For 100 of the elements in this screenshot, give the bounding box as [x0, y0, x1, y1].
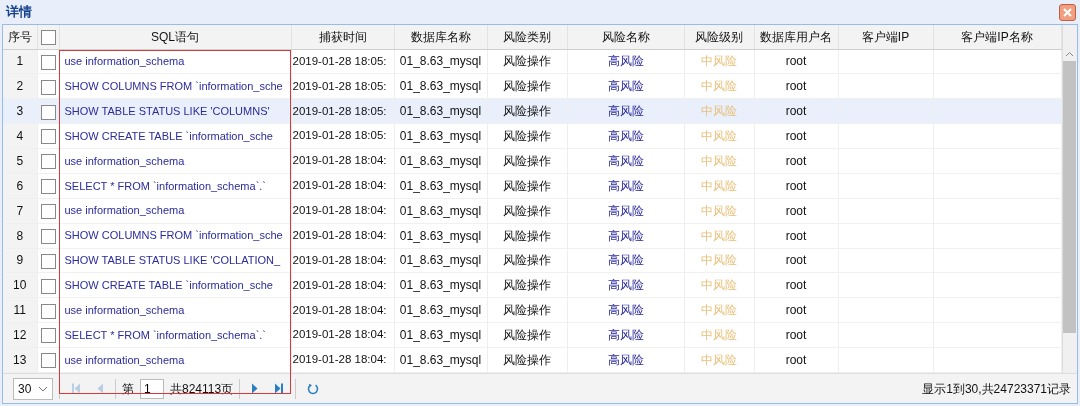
select-all-checkbox[interactable] — [40, 30, 56, 46]
table-row[interactable]: 10 SHOW CREATE TABLE `information_sche 2019-01-28 18:04: 01_8.63_mysql 风险操作 高风险 中风险 root — [3, 272, 1061, 298]
sql-cell: use information_schema — [59, 297, 291, 323]
close-button[interactable] — [1059, 3, 1076, 21]
time-cell: 2019-01-28 18:04: — [291, 223, 394, 248]
time-cell: 2019-01-28 18:05: — [291, 73, 394, 99]
database-cell: 01_8.63_mysql — [394, 123, 487, 149]
sql-cell: SHOW CREATE TABLE `information_sche — [59, 272, 291, 298]
time-cell: 2019-01-28 18:04: — [291, 173, 394, 199]
risk-name-cell: 高风险 — [567, 49, 684, 74]
user-cell: root — [754, 98, 838, 124]
column-header[interactable]: 客户端IP — [838, 25, 933, 49]
database-cell: 01_8.63_mysql — [394, 248, 487, 273]
row-checkbox[interactable] — [40, 328, 56, 344]
row-checkbox[interactable] — [40, 228, 56, 244]
time-cell: 2019-01-28 18:04: — [291, 297, 394, 323]
row-checkbox[interactable] — [40, 353, 56, 369]
table-row[interactable]: 5 use information_schema 2019-01-28 18:04: 01_8.63_mysql 风险操作 高风险 中风险 root — [3, 148, 1061, 174]
risk-name-cell: 高风险 — [567, 123, 684, 149]
table-row[interactable]: 12 SELECT * FROM `information_schema`.` 2019-01-28 18:04: 01_8.63_mysql 风险操作 高风险 中风险 root — [3, 322, 1061, 348]
page-size-select[interactable]: 30 — [13, 377, 53, 400]
close-icon — [1062, 6, 1073, 18]
page-input[interactable]: 1 — [140, 378, 164, 399]
sql-cell: use information_schema — [59, 198, 291, 224]
row-checkbox[interactable] — [40, 104, 56, 120]
column-header[interactable]: 序号 — [3, 25, 37, 49]
database-cell: 01_8.63_mysql — [394, 98, 487, 124]
row-number: 8 — [3, 223, 37, 248]
risk-level-cell: 中风险 — [684, 198, 754, 224]
row-checkbox[interactable] — [40, 129, 56, 145]
user-cell: root — [754, 123, 838, 149]
record-summary: 显示1到30,共24723371记录 — [922, 380, 1071, 398]
next-icon — [251, 383, 259, 394]
risk-level-cell: 中风险 — [684, 49, 754, 74]
row-checkbox[interactable] — [40, 54, 56, 70]
risk-level-cell: 中风险 — [684, 173, 754, 199]
risk-type-cell: 风险操作 — [487, 322, 567, 348]
table-row[interactable]: 11 use information_schema 2019-01-28 18:04: 01_8.63_mysql 风险操作 高风险 中风险 root — [3, 297, 1061, 323]
column-header[interactable]: 风险名称 — [567, 25, 684, 49]
user-cell: root — [754, 347, 838, 373]
time-cell: 2019-01-28 18:04: — [291, 198, 394, 224]
time-cell: 2019-01-28 18:04: — [291, 248, 394, 273]
user-cell: root — [754, 297, 838, 323]
table-row[interactable]: 6 SELECT * FROM `information_schema`.` 2019-01-28 18:04: 01_8.63_mysql 风险操作 高风险 中风险 root — [3, 173, 1061, 199]
table-row[interactable]: 9 SHOW TABLE STATUS LIKE 'COLLATION_ 2019-01-28 18:04: 01_8.63_mysql 风险操作 高风险 中风险 root — [3, 248, 1061, 273]
column-header[interactable]: 风险级别 — [684, 25, 754, 49]
column-header[interactable]: 捕获时间 — [291, 25, 394, 49]
risk-level-cell: 中风险 — [684, 248, 754, 273]
table-row[interactable]: 2 SHOW COLUMNS FROM `information_sche 2019-01-28 18:05: 01_8.63_mysql 风险操作 高风险 中风险 root — [3, 73, 1061, 99]
risk-level-cell: 中风险 — [684, 297, 754, 323]
column-header[interactable]: 风险类别 — [487, 25, 567, 49]
row-checkbox[interactable] — [40, 204, 56, 219]
column-header[interactable]: 客户端IP名称 — [933, 25, 1061, 49]
table-row[interactable]: 8 SHOW COLUMNS FROM `information_sche 2019-01-28 18:04: 01_8.63_mysql 风险操作 高风险 中风险 root — [3, 223, 1061, 248]
row-checkbox[interactable] — [40, 79, 56, 95]
column-header[interactable]: 数据库用户名 — [754, 25, 838, 49]
time-cell: 2019-01-28 18:04: — [291, 322, 394, 348]
sql-cell: SHOW COLUMNS FROM `information_sche — [59, 73, 291, 99]
user-cell: root — [754, 272, 838, 298]
user-cell: root — [754, 198, 838, 224]
table-row[interactable]: 7 use information_schema 2019-01-28 18:04: 01_8.63_mysql 风险操作 高风险 中风险 root — [3, 198, 1061, 224]
user-cell: root — [754, 223, 838, 248]
row-number: 12 — [3, 322, 37, 348]
row-number: 11 — [3, 297, 37, 323]
row-checkbox[interactable] — [40, 278, 56, 294]
risk-type-cell: 风险操作 — [487, 347, 567, 373]
risk-type-cell: 风险操作 — [487, 49, 567, 74]
table-row[interactable]: 13 use information_schema 2019-01-28 18:04: 01_8.63_mysql 风险操作 高风险 中风险 root — [3, 347, 1061, 373]
risk-level-cell: 中风险 — [684, 347, 754, 373]
risk-level-cell: 中风险 — [684, 73, 754, 99]
table-row[interactable]: 4 SHOW CREATE TABLE `information_sche 2019-01-28 18:05: 01_8.63_mysql 风险操作 高风险 中风险 root — [3, 123, 1061, 149]
row-checkbox[interactable] — [40, 303, 56, 319]
row-checkbox[interactable] — [40, 253, 56, 269]
row-number: 6 — [3, 173, 37, 199]
previous-icon — [97, 383, 104, 394]
column-header[interactable]: SQL语句 — [59, 25, 291, 49]
risk-level-cell: 中风险 — [684, 322, 754, 348]
table-row[interactable]: 3 SHOW TABLE STATUS LIKE 'COLUMNS' 2019-01-28 18:05: 01_8.63_mysql 风险操作 高风险 中风险 root — [3, 98, 1061, 124]
column-header[interactable]: 数据库名称 — [394, 25, 487, 49]
table-row[interactable]: 1 use information_schema 2019-01-28 18:05: 01_8.63_mysql 风险操作 高风险 中风险 root — [3, 49, 1061, 74]
sql-cell: SHOW TABLE STATUS LIKE 'COLUMNS' — [59, 98, 291, 124]
window-title: 详情 — [6, 3, 32, 22]
risk-name-cell: 高风险 — [567, 73, 684, 99]
risk-name-cell: 高风险 — [567, 347, 684, 373]
row-checkbox[interactable] — [40, 179, 56, 195]
time-cell: 2019-01-28 18:05: — [291, 49, 394, 74]
risk-level-cell: 中风险 — [684, 272, 754, 298]
database-cell: 01_8.63_mysql — [394, 223, 487, 248]
last-page-icon — [274, 383, 285, 394]
database-cell: 01_8.63_mysql — [394, 73, 487, 99]
time-cell: 2019-01-28 18:05: — [291, 98, 394, 124]
user-cell: root — [754, 322, 838, 348]
time-cell: 2019-01-28 18:04: — [291, 148, 394, 174]
risk-name-cell: 高风险 — [567, 148, 684, 174]
sql-cell: SELECT * FROM `information_schema`.` — [59, 173, 291, 199]
risk-name-cell: 高风险 — [567, 322, 684, 348]
database-cell: 01_8.63_mysql — [394, 297, 487, 323]
sql-cell: use information_schema — [59, 347, 291, 373]
scroll-thumb[interactable] — [1063, 61, 1077, 333]
row-checkbox[interactable] — [40, 154, 56, 170]
